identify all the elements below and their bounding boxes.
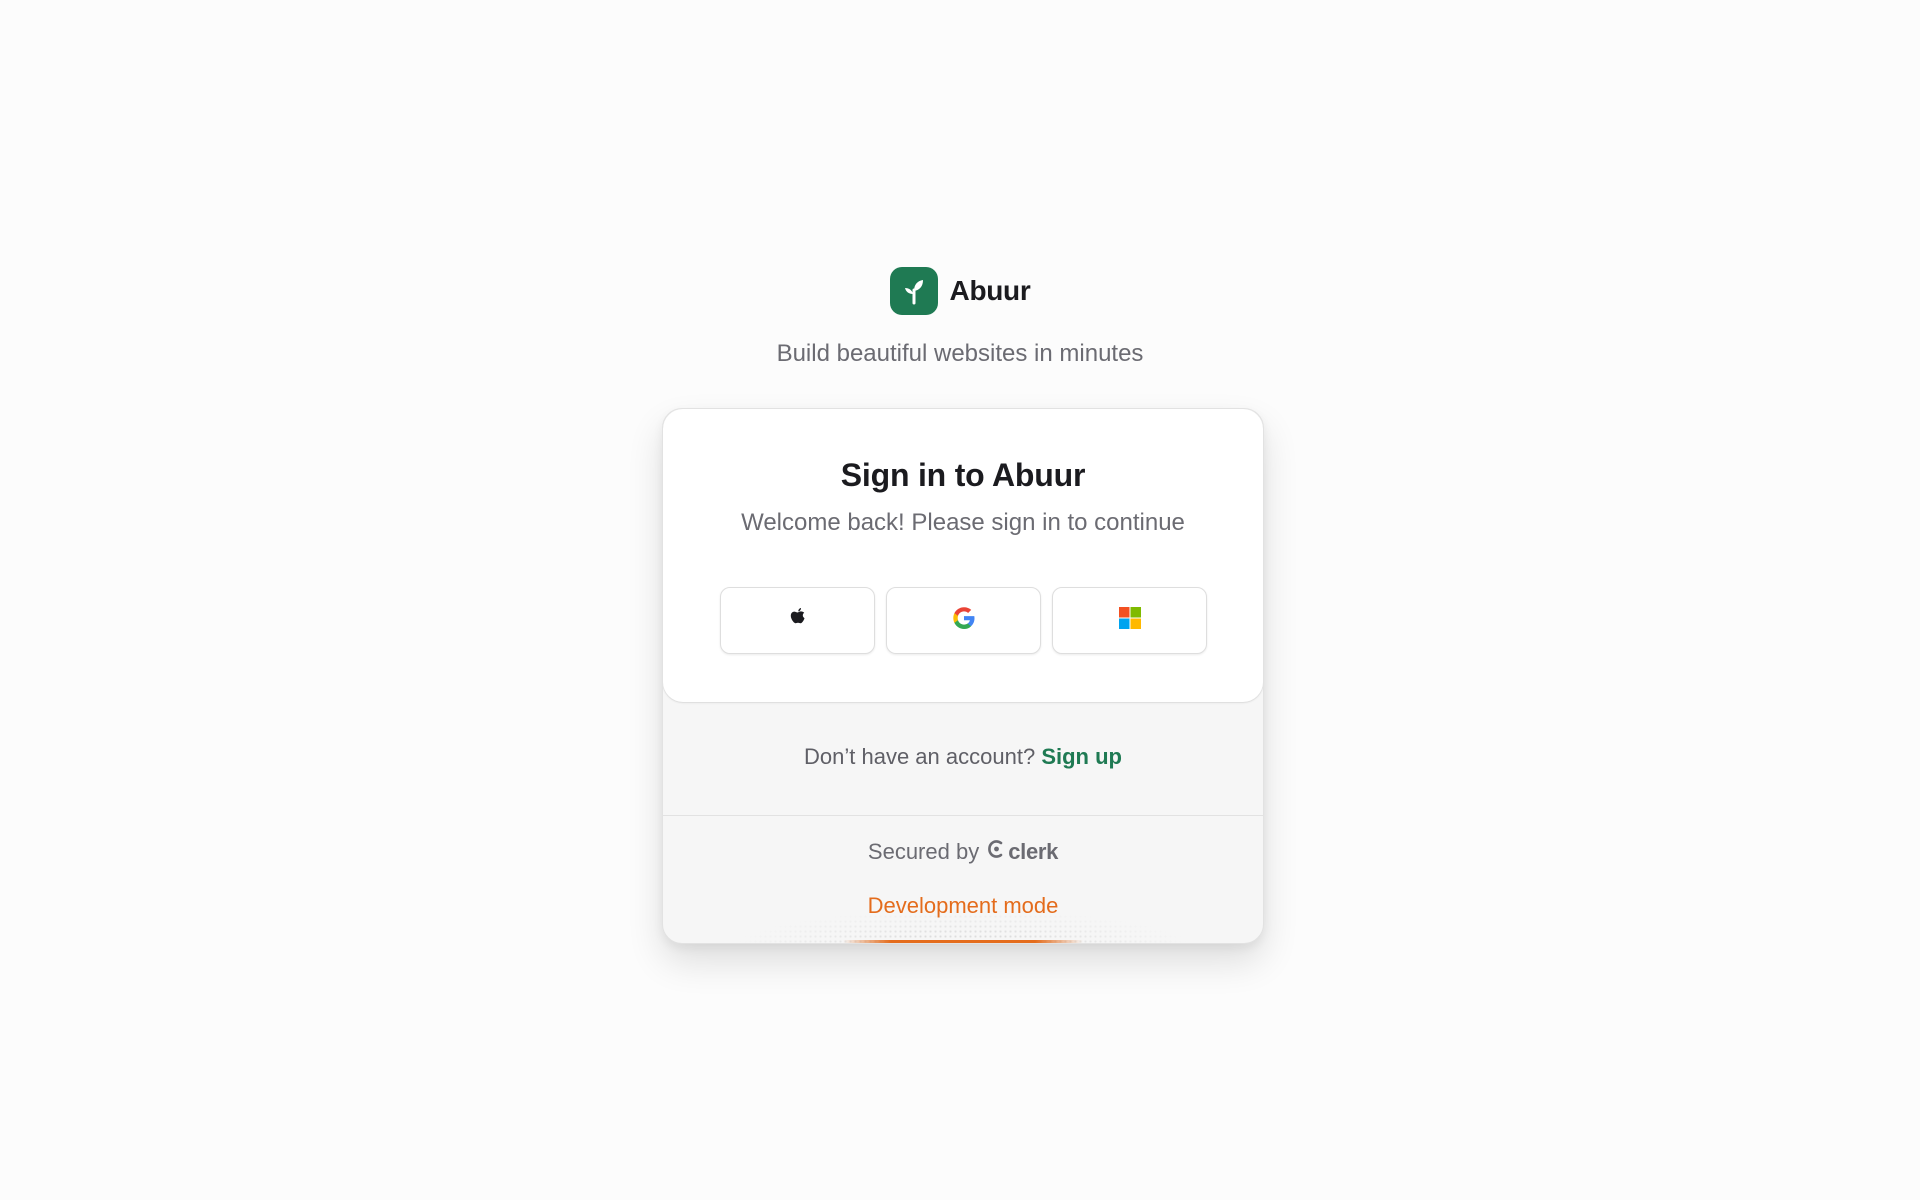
tagline: Build beautiful websites in minutes xyxy=(776,340,1144,367)
google-sign-in-button[interactable] xyxy=(886,587,1041,654)
clerk-wordmark: clerk xyxy=(1008,839,1059,864)
sign-in-page: Abuur Build beautiful websites in minute… xyxy=(0,0,1920,1200)
signup-prompt: Don’t have an account? xyxy=(804,744,1036,769)
brand-header: Abuur xyxy=(0,267,1920,315)
apple-icon xyxy=(787,605,809,636)
social-buttons-row xyxy=(720,587,1207,654)
sign-in-card: Sign in to Abuur Welcome back! Please si… xyxy=(662,408,1264,944)
card-title: Sign in to Abuur xyxy=(840,457,1086,493)
sprout-icon xyxy=(889,267,938,315)
signup-link[interactable]: Sign up xyxy=(1041,744,1122,769)
microsoft-sign-in-button[interactable] xyxy=(1052,587,1207,654)
sign-in-card-main: Sign in to Abuur Welcome back! Please si… xyxy=(663,409,1263,702)
clerk-icon xyxy=(987,839,1005,865)
apple-sign-in-button[interactable] xyxy=(720,587,875,654)
microsoft-icon xyxy=(1118,606,1142,635)
clerk-logo[interactable]: clerk xyxy=(987,839,1058,865)
development-mode-label: Development mode xyxy=(867,893,1059,918)
google-icon xyxy=(951,605,977,636)
card-subtitle: Welcome back! Please sign in to continue xyxy=(741,509,1185,536)
secured-by-row: Secured by clerk xyxy=(663,839,1263,865)
secured-by-label: Secured by xyxy=(867,839,980,864)
brand-name: Abuur xyxy=(949,275,1031,306)
dev-mode-bar xyxy=(843,940,1083,943)
signup-row: Don’t have an account? Sign up xyxy=(663,744,1263,770)
footer-divider xyxy=(663,815,1263,816)
